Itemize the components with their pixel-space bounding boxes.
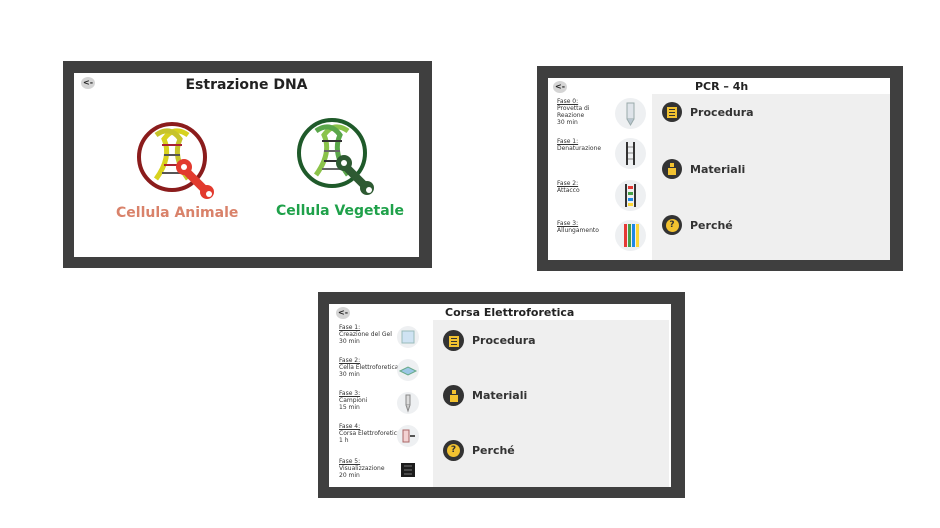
estrazione-screen: <- Estrazione DNA Cellula Animale Cellul… [74, 73, 419, 257]
step-desc: Campioni [339, 397, 368, 404]
pcr-step-1[interactable]: Fase 1: Denaturazione [557, 138, 650, 174]
step-desc: Creazione del Gel [339, 331, 392, 338]
run-icon [397, 425, 419, 447]
step-fase: Fase 1: [557, 138, 579, 145]
step-fase: Fase 5: [339, 458, 361, 465]
step-fase: Fase 3: [339, 390, 361, 397]
step-fase: Fase 2: [557, 180, 579, 187]
vegetal-cell-label: Cellula Vegetale [276, 203, 404, 219]
step-desc: Allungamento [557, 227, 599, 234]
corsa-screen: <- Corsa Elettroforetica Fase 1: Creazio… [329, 304, 671, 487]
why-button[interactable]: ? Perché [662, 215, 733, 235]
pcr-back-button[interactable]: <- [553, 81, 567, 93]
estrazione-frame: <- Estrazione DNA Cellula Animale Cellul… [63, 61, 432, 268]
vegetal-cell-choice[interactable]: Cellula Vegetale [276, 113, 404, 233]
pcr-step-3[interactable]: Fase 3: Allungamento [557, 220, 650, 256]
menu-label: Materiali [472, 389, 528, 402]
step-desc: Attacco [557, 187, 580, 194]
clipboard-icon [443, 330, 464, 351]
step-desc: Cella Elettroforetica [339, 364, 399, 371]
step-desc: Corsa Elettroforetica [339, 430, 401, 437]
corsa-step-4[interactable]: Fase 4: Corsa Elettroforetica 1 h [339, 423, 429, 453]
denaturation-icon [615, 138, 646, 169]
procedure-button[interactable]: Procedura [443, 330, 536, 351]
corsa-step-1[interactable]: Fase 1: Creazione del Gel 30 min [339, 324, 429, 354]
corsa-menu-panel: Procedura Materiali ? Perché [433, 320, 669, 487]
step-fase: Fase 4: [339, 423, 361, 430]
menu-label: Perché [472, 444, 515, 457]
step-time: 15 min [339, 404, 360, 411]
corsa-step-5[interactable]: Fase 5: Visualizzazione 20 min [339, 458, 429, 487]
tube-icon [615, 98, 646, 129]
corsa-back-button[interactable]: <- [336, 307, 350, 319]
annealing-icon [615, 180, 646, 211]
menu-label: Perché [690, 218, 733, 232]
corsa-step-2[interactable]: Fase 2: Cella Elettroforetica 30 min [339, 357, 429, 387]
extension-icon [615, 220, 646, 251]
pcr-steps: Fase 0: Provetta di Reazione 30 min Fase… [557, 98, 650, 258]
step-desc: Provetta di [557, 105, 590, 112]
animal-cell-choice[interactable]: Cellula Animale [116, 117, 238, 237]
question-icon: ? [662, 215, 682, 235]
corsa-frame: <- Corsa Elettroforetica Fase 1: Creazio… [318, 292, 685, 498]
materials-button[interactable]: Materiali [443, 385, 527, 406]
flask-icon [443, 385, 464, 406]
gel-icon [397, 326, 419, 348]
step-desc2: Reazione [557, 112, 585, 119]
step-fase: Fase 2: [339, 357, 361, 364]
step-time: 30 min [339, 338, 360, 345]
estrazione-title: Estrazione DNA [185, 77, 308, 93]
step-fase: Fase 0: [557, 98, 579, 105]
step-time: 30 min [339, 371, 360, 378]
dna-wrench-icon [137, 122, 214, 199]
step-time: 1 h [339, 437, 349, 444]
step-desc: Visualizzazione [339, 465, 385, 472]
step-fase: Fase 1: [339, 324, 361, 331]
why-button[interactable]: ? Perché [443, 440, 515, 461]
pcr-step-0[interactable]: Fase 0: Provetta di Reazione 30 min [557, 98, 650, 134]
animal-cell-label: Cellula Animale [116, 205, 239, 221]
pipette-icon [397, 392, 419, 414]
pcr-frame: <- PCR – 4h Fase 0: Provetta di Reazione… [537, 66, 903, 271]
materials-button[interactable]: Materiali [662, 159, 745, 179]
pcr-menu-panel: Procedura Materiali ? Perché [652, 94, 890, 260]
flask-icon [662, 159, 682, 179]
pcr-title: PCR – 4h [695, 80, 749, 93]
corsa-steps: Fase 1: Creazione del Gel 30 min Fase 2:… [339, 324, 429, 486]
clipboard-icon [662, 102, 682, 122]
procedure-button[interactable]: Procedura [662, 102, 754, 122]
step-time: 20 min [339, 472, 360, 479]
step-time: 30 min [557, 119, 578, 126]
step-fase: Fase 3: [557, 220, 579, 227]
question-icon: ? [443, 440, 464, 461]
corsa-title: Corsa Elettroforetica [445, 306, 575, 319]
menu-label: Procedura [690, 105, 754, 119]
pcr-step-2[interactable]: Fase 2: Attacco [557, 180, 650, 216]
menu-label: Materiali [690, 162, 746, 176]
visual-icon [397, 459, 419, 481]
pcr-screen: <- PCR – 4h Fase 0: Provetta di Reazione… [548, 78, 890, 260]
cell-icon [397, 359, 419, 381]
menu-label: Procedura [472, 334, 536, 347]
step-desc: Denaturazione [557, 145, 602, 152]
dna-wrench-icon [297, 118, 374, 195]
corsa-step-3[interactable]: Fase 3: Campioni 15 min [339, 390, 429, 420]
